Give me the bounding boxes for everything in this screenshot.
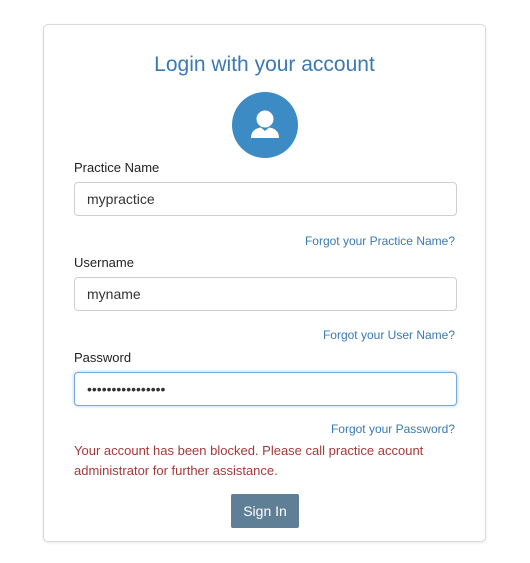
forgot-practice-name-link[interactable]: Forgot your Practice Name? [305,233,455,249]
user-icon [232,92,298,158]
username-label: Username [74,255,134,270]
username-input[interactable] [74,277,457,311]
password-label: Password [74,350,132,365]
practice-name-input[interactable] [74,182,457,216]
sign-in-button[interactable]: Sign In [231,494,299,528]
password-input[interactable] [74,372,457,406]
forgot-password-link[interactable]: Forgot your Password? [331,421,455,437]
practice-name-label: Practice Name [74,160,160,175]
login-title: Login with your account [154,53,375,76]
login-card: Login with your account Practice Name Fo… [43,24,486,542]
forgot-username-link[interactable]: Forgot your User Name? [323,327,455,343]
error-message: Your account has been blocked. Please ca… [74,443,424,478]
